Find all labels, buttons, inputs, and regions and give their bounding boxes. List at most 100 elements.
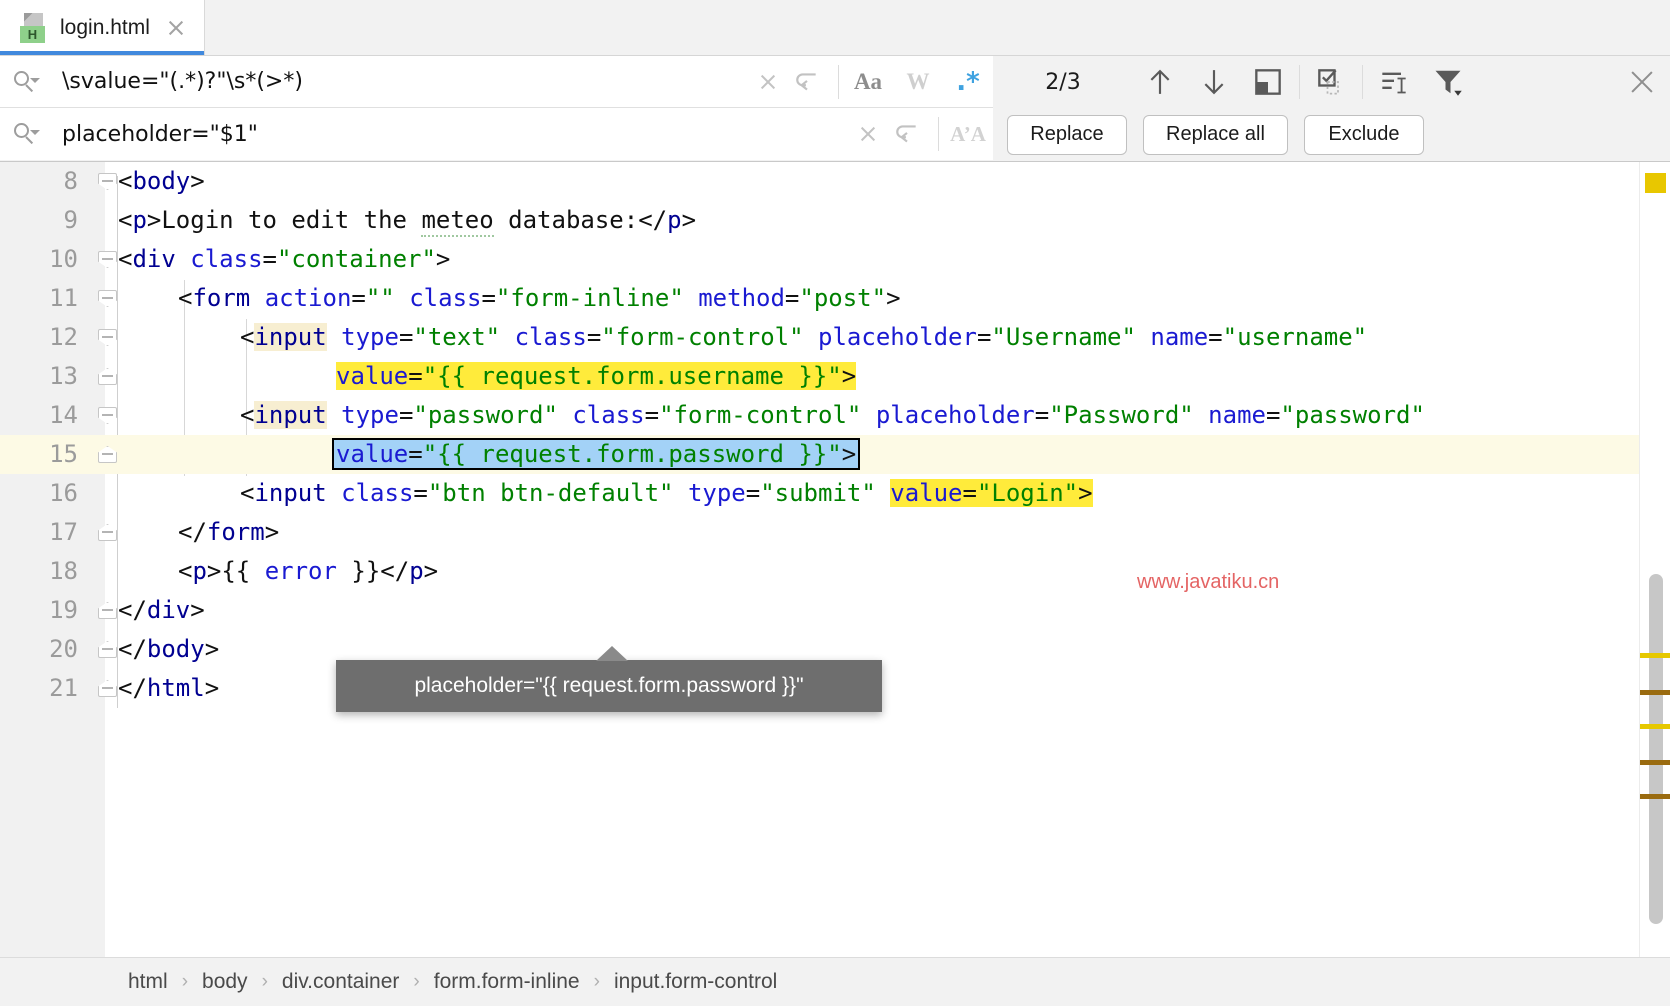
- line-content: <input type="text" class="form-control" …: [240, 318, 1367, 357]
- search-dropdown-icon[interactable]: [14, 71, 36, 93]
- fold-toggle-icon[interactable]: [98, 251, 117, 268]
- code-line-9[interactable]: 9 <p>Login to edit the meteo database:</…: [0, 201, 1670, 240]
- breadcrumb-item-input-form-control[interactable]: input.form-control: [614, 970, 777, 994]
- code-line-18[interactable]: 18 <p>{{ error }}</p>: [0, 552, 1670, 591]
- fold-toggle-icon[interactable]: [98, 641, 117, 658]
- line-number: 17: [0, 513, 78, 552]
- tab-login-html[interactable]: H login.html: [0, 0, 205, 55]
- replace-actions: Replace Replace all Exclude: [993, 108, 1670, 161]
- code-line-15[interactable]: 15 value="{{ request.form.password }}">: [0, 435, 1670, 474]
- line-number: 13: [0, 357, 78, 396]
- breadcrumb: html › body › div.container › form.form-…: [0, 957, 1670, 1006]
- close-icon[interactable]: [166, 18, 186, 38]
- status-badge[interactable]: [1645, 173, 1666, 193]
- breadcrumb-item-form-form-inline[interactable]: form.form-inline: [434, 970, 580, 994]
- line-number: 21: [0, 669, 78, 708]
- replace-button[interactable]: Replace: [1007, 115, 1127, 155]
- line-number: 18: [0, 552, 78, 591]
- preserve-case-toggle[interactable]: A’A: [943, 122, 993, 147]
- fold-toggle-icon[interactable]: [98, 524, 117, 541]
- search-input[interactable]: \svalue="(.*)?"\s*(>*): [44, 69, 742, 94]
- line-number: 19: [0, 591, 78, 630]
- code-line-14[interactable]: 14 <input type="password" class="form-co…: [0, 396, 1670, 435]
- arrow-up-icon[interactable]: [1133, 60, 1187, 104]
- line-number: 16: [0, 474, 78, 513]
- divider: [1362, 65, 1363, 99]
- match-count: 2/3: [993, 70, 1133, 95]
- code-line-16[interactable]: 16 <input class="btn btn-default" type="…: [0, 474, 1670, 513]
- fold-toggle-icon[interactable]: [98, 602, 117, 619]
- fold-toggle-icon[interactable]: [98, 290, 117, 307]
- line-content: </form>: [178, 513, 279, 552]
- code-line-11[interactable]: 11 <form action="" class="form-inline" m…: [0, 279, 1670, 318]
- fold-toggle-icon[interactable]: [98, 407, 117, 424]
- match-case-toggle[interactable]: Aa: [843, 69, 893, 95]
- regex-toggle[interactable]: .*: [943, 67, 993, 97]
- search-row: \svalue="(.*)?"\s*(>*) Aa W .*: [0, 56, 993, 108]
- divider: [838, 65, 839, 99]
- html-file-badge: H: [20, 26, 45, 43]
- replace-preview-tooltip: placeholder="{{ request.form.password }}…: [336, 660, 882, 712]
- find-controls: 2/3: [993, 56, 1670, 108]
- line-number: 11: [0, 279, 78, 318]
- line-number: 20: [0, 630, 78, 669]
- search-match-highlight: value="Login">: [890, 479, 1092, 507]
- code-lines: 8 <body> 9 <p>Login to edit the meteo da…: [0, 162, 1670, 958]
- occurrence-marker[interactable]: [1640, 724, 1670, 729]
- line-number: 8: [0, 162, 78, 201]
- replace-row: placeholder="$1" A’A: [0, 108, 993, 160]
- arrow-down-icon[interactable]: [1187, 60, 1241, 104]
- line-content: <p>{{ error }}</p>: [178, 552, 438, 591]
- line-content: </body>: [118, 630, 219, 669]
- filter-icon[interactable]: [1421, 60, 1475, 104]
- find-in-comments-icon[interactable]: [1367, 60, 1421, 104]
- line-number: 14: [0, 396, 78, 435]
- line-content: value="{{ request.form.password }}">: [332, 435, 860, 474]
- occurrence-marker[interactable]: [1640, 794, 1670, 799]
- fold-toggle-icon[interactable]: [98, 173, 117, 190]
- fold-toggle-icon[interactable]: [98, 329, 117, 346]
- occurrence-marker[interactable]: [1640, 690, 1670, 695]
- select-all-occurrences-icon[interactable]: [1304, 60, 1358, 104]
- search-history-icon[interactable]: [794, 69, 820, 95]
- occurrence-marker[interactable]: [1640, 653, 1670, 658]
- fold-toggle-icon[interactable]: [98, 680, 117, 697]
- words-toggle[interactable]: W: [893, 69, 943, 95]
- clear-search-icon[interactable]: [758, 72, 778, 92]
- line-content: <input class="btn btn-default" type="sub…: [240, 474, 1093, 513]
- code-line-19[interactable]: 19 </div>: [0, 591, 1670, 630]
- fold-toggle-icon[interactable]: [98, 446, 117, 463]
- breadcrumb-item-div-container[interactable]: div.container: [282, 970, 400, 994]
- html-file-icon: H: [20, 13, 46, 43]
- breadcrumb-separator: ›: [262, 971, 268, 993]
- close-find-panel-icon[interactable]: [1628, 68, 1656, 96]
- breadcrumb-item-body[interactable]: body: [202, 970, 248, 994]
- tab-title: login.html: [60, 16, 150, 40]
- code-line-8[interactable]: 8 <body>: [0, 162, 1670, 201]
- line-number: 15: [0, 435, 78, 474]
- replace-history-icon[interactable]: [894, 121, 920, 147]
- line-number: 10: [0, 240, 78, 279]
- error-stripe-marker-bar[interactable]: [1639, 162, 1670, 958]
- code-line-10[interactable]: 10 <div class="container">: [0, 240, 1670, 279]
- code-line-17[interactable]: 17 </form>: [0, 513, 1670, 552]
- fold-toggle-icon[interactable]: [98, 368, 117, 385]
- code-editor[interactable]: 8 <body> 9 <p>Login to edit the meteo da…: [0, 161, 1670, 958]
- replace-all-button[interactable]: Replace all: [1143, 115, 1288, 155]
- vertical-scrollbar-thumb[interactable]: [1649, 574, 1663, 924]
- replace-input[interactable]: placeholder="$1": [44, 122, 842, 147]
- line-content: </div>: [118, 591, 205, 630]
- code-line-12[interactable]: 12 <input type="text" class="form-contro…: [0, 318, 1670, 357]
- breadcrumb-item-html[interactable]: html: [128, 970, 168, 994]
- exclude-button[interactable]: Exclude: [1304, 115, 1424, 155]
- line-number: 9: [0, 201, 78, 240]
- breadcrumb-separator: ›: [413, 971, 419, 993]
- in-selection-icon[interactable]: [1241, 60, 1295, 104]
- code-line-13[interactable]: 13 value="{{ request.form.username }}">: [0, 357, 1670, 396]
- occurrence-marker[interactable]: [1640, 760, 1670, 765]
- replace-dropdown-icon[interactable]: [14, 123, 36, 145]
- breadcrumb-separator: ›: [594, 971, 600, 993]
- clear-replace-icon[interactable]: [858, 124, 878, 144]
- search-match-highlight: value="{{ request.form.username }}">: [336, 362, 856, 390]
- line-number: 12: [0, 318, 78, 357]
